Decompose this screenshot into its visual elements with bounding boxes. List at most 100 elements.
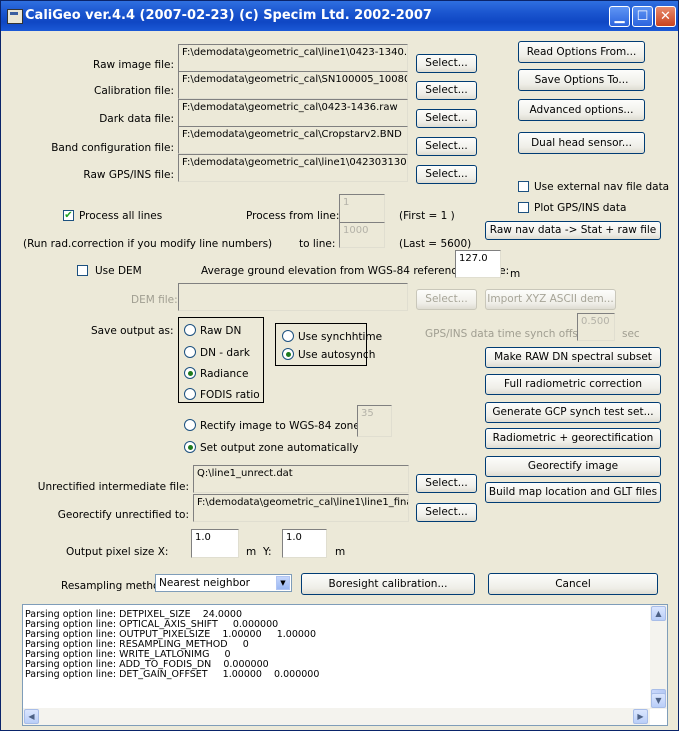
scroll-right-icon[interactable]: ▶	[633, 709, 648, 724]
minimize-icon: ▁	[614, 9, 625, 24]
use-synchhtime-radio[interactable]	[282, 330, 294, 342]
raw-image-file-label: Raw image file:	[93, 59, 174, 71]
advanced-options-button[interactable]: Advanced options...	[518, 99, 645, 121]
rad-correction-note: (Run rad.correction if you modify line n…	[23, 238, 273, 250]
georectify-to-field[interactable]: F:\demodata\geometric_cal\line1\line1_fi…	[193, 494, 409, 522]
minimize-button[interactable]: ▁	[609, 6, 630, 27]
log-line: Parsing option line: DET_GAIN_OFFSET 1.0…	[25, 669, 320, 680]
dn-dark-radio[interactable]	[184, 346, 196, 358]
unrectified-file-field[interactable]: Q:\line1_unrect.dat	[193, 465, 409, 493]
use-external-nav-label: Use external nav file data	[534, 181, 670, 193]
pixel-size-label: Output pixel size X:	[66, 546, 169, 558]
scroll-left-icon[interactable]: ◀	[24, 709, 39, 724]
avg-elevation-field[interactable]: 127.0	[455, 250, 501, 278]
band-config-file-field[interactable]: F:\demodata\geometric_cal\Cropstarv2.BND	[178, 126, 408, 154]
georectify-select-button[interactable]: Select...	[416, 503, 477, 522]
raw-dn-radio[interactable]	[184, 324, 196, 336]
dual-head-sensor-button[interactable]: Dual head sensor...	[518, 132, 645, 154]
check-mark-icon: ✔	[64, 210, 73, 221]
synch-offset-label: GPS/INS data time synch offset:	[425, 328, 593, 340]
title-bar[interactable]: CaliGeo ver.4.4 (2007-02-23) (c) Specim …	[1, 1, 678, 31]
dn-dark-label: DN - dark	[200, 347, 250, 359]
maximize-icon: ☐	[636, 9, 649, 24]
rectify-wgs84-radio[interactable]	[184, 419, 196, 431]
cancel-button[interactable]: Cancel	[488, 573, 658, 595]
raw-image-file-field[interactable]: F:\demodata\geometric_cal\line1\0423-134…	[178, 44, 408, 72]
first-line-note: (First = 1 )	[399, 210, 455, 222]
process-all-lines-label: Process all lines	[79, 210, 163, 222]
avg-elevation-unit: m	[510, 268, 521, 280]
pixel-size-y-unit: m	[335, 546, 346, 558]
dark-data-file-label: Dark data file:	[99, 113, 174, 125]
log-output[interactable]: Parsing option line: DETPIXEL_SIZE 24.00…	[22, 604, 668, 726]
use-synchhtime-label: Use synchhtime	[298, 331, 383, 343]
maximize-button[interactable]: ☐	[632, 6, 653, 27]
use-external-nav-checkbox[interactable]	[518, 181, 529, 192]
generate-gcp-button[interactable]: Generate GCP synch test set...	[485, 402, 661, 423]
close-icon: ✕	[660, 9, 671, 24]
plot-gps-label: Plot GPS/INS data	[534, 202, 627, 214]
pixel-size-y-field[interactable]: 1.0	[282, 529, 327, 558]
synch-offset-unit: sec	[622, 328, 640, 340]
main-window: CaliGeo ver.4.4 (2007-02-23) (c) Specim …	[0, 0, 679, 731]
raw-dn-label: Raw DN	[200, 325, 242, 337]
dem-file-label: DEM file:	[131, 294, 178, 306]
radiance-radio[interactable]	[184, 367, 196, 379]
georectify-image-button[interactable]: Georectify image	[485, 456, 661, 477]
calibration-file-label: Calibration file:	[94, 85, 174, 97]
save-options-button[interactable]: Save Options To...	[518, 69, 645, 91]
read-options-button[interactable]: Read Options From...	[518, 41, 645, 63]
use-dem-checkbox[interactable]	[77, 265, 88, 276]
pixel-size-x-field[interactable]: 1.0	[191, 529, 239, 558]
import-xyz-dem-button[interactable]: Import XYZ ASCII dem...	[485, 289, 616, 310]
raw-gps-select-button[interactable]: Select...	[416, 165, 477, 184]
rectify-wgs84-label: Rectify image to WGS-84 zone:	[200, 420, 364, 432]
scroll-down-icon[interactable]: ▼	[651, 693, 666, 708]
make-raw-dn-button[interactable]: Make RAW DN spectral subset	[485, 347, 661, 368]
fodis-ratio-label: FODIS ratio	[200, 389, 260, 401]
raw-nav-data-button[interactable]: Raw nav data -> Stat + raw file	[485, 221, 661, 240]
scroll-up-icon[interactable]: ▲	[651, 606, 666, 621]
calibration-select-button[interactable]: Select...	[416, 81, 477, 100]
horizontal-scrollbar[interactable]: ◀ ▶	[23, 708, 650, 725]
dark-data-select-button[interactable]: Select...	[416, 109, 477, 128]
dem-file-field[interactable]	[178, 283, 408, 311]
synch-offset-field[interactable]: 0.500	[577, 313, 615, 341]
vertical-scrollbar[interactable]: ▲ ▼	[650, 605, 667, 709]
pixel-size-x-unit: m	[246, 546, 257, 558]
band-config-select-button[interactable]: Select...	[416, 137, 477, 156]
resampling-label: Resampling method:	[61, 580, 170, 592]
use-autosynch-radio[interactable]	[282, 348, 294, 360]
raw-image-select-button[interactable]: Select...	[416, 54, 477, 73]
raw-gps-file-field[interactable]: F:\demodata\geometric_cal\line1\04230313…	[178, 154, 408, 182]
to-line-field[interactable]: 1000	[339, 222, 385, 248]
radiometric-georect-button[interactable]: Radiometric + georectification	[485, 428, 661, 449]
app-icon[interactable]	[7, 9, 23, 24]
radiance-label: Radiance	[200, 368, 249, 380]
process-all-lines-checkbox[interactable]: ✔	[63, 210, 74, 221]
full-radiometric-button[interactable]: Full radiometric correction	[485, 374, 661, 395]
chevron-down-icon[interactable]: ▼	[276, 576, 290, 590]
band-config-file-label: Band configuration file:	[51, 142, 174, 154]
unrectified-select-button[interactable]: Select...	[416, 474, 477, 493]
dem-select-button[interactable]: Select...	[416, 289, 477, 310]
process-from-line-label: Process from line:	[246, 210, 340, 222]
build-map-button[interactable]: Build map location and GLT files	[485, 482, 661, 503]
window-title: CaliGeo ver.4.4 (2007-02-23) (c) Specim …	[25, 8, 432, 23]
use-dem-label: Use DEM	[95, 265, 142, 277]
unrectified-file-label: Unrectified intermediate file:	[37, 481, 189, 493]
dark-data-file-field[interactable]: F:\demodata\geometric_cal\0423-1436.raw	[178, 99, 408, 127]
log-lines: Parsing option line: DETPIXEL_SIZE 24.00…	[23, 605, 667, 680]
calibration-file-field[interactable]: F:\demodata\geometric_cal\SN100005_10080…	[178, 71, 408, 99]
boresight-calibration-button[interactable]: Boresight calibration...	[301, 573, 475, 595]
use-autosynch-label: Use autosynch	[298, 349, 376, 361]
wgs84-zone-field[interactable]: 35	[357, 405, 392, 437]
save-output-label: Save output as:	[91, 325, 174, 337]
fodis-ratio-radio[interactable]	[184, 388, 196, 400]
close-button[interactable]: ✕	[655, 6, 676, 27]
auto-zone-radio[interactable]	[184, 441, 196, 453]
resampling-select[interactable]: Nearest neighbor ▼	[155, 574, 292, 592]
pixel-size-y-label: Y:	[263, 546, 272, 558]
plot-gps-checkbox[interactable]	[518, 202, 529, 213]
last-line-note: (Last = 5600)	[399, 238, 472, 250]
